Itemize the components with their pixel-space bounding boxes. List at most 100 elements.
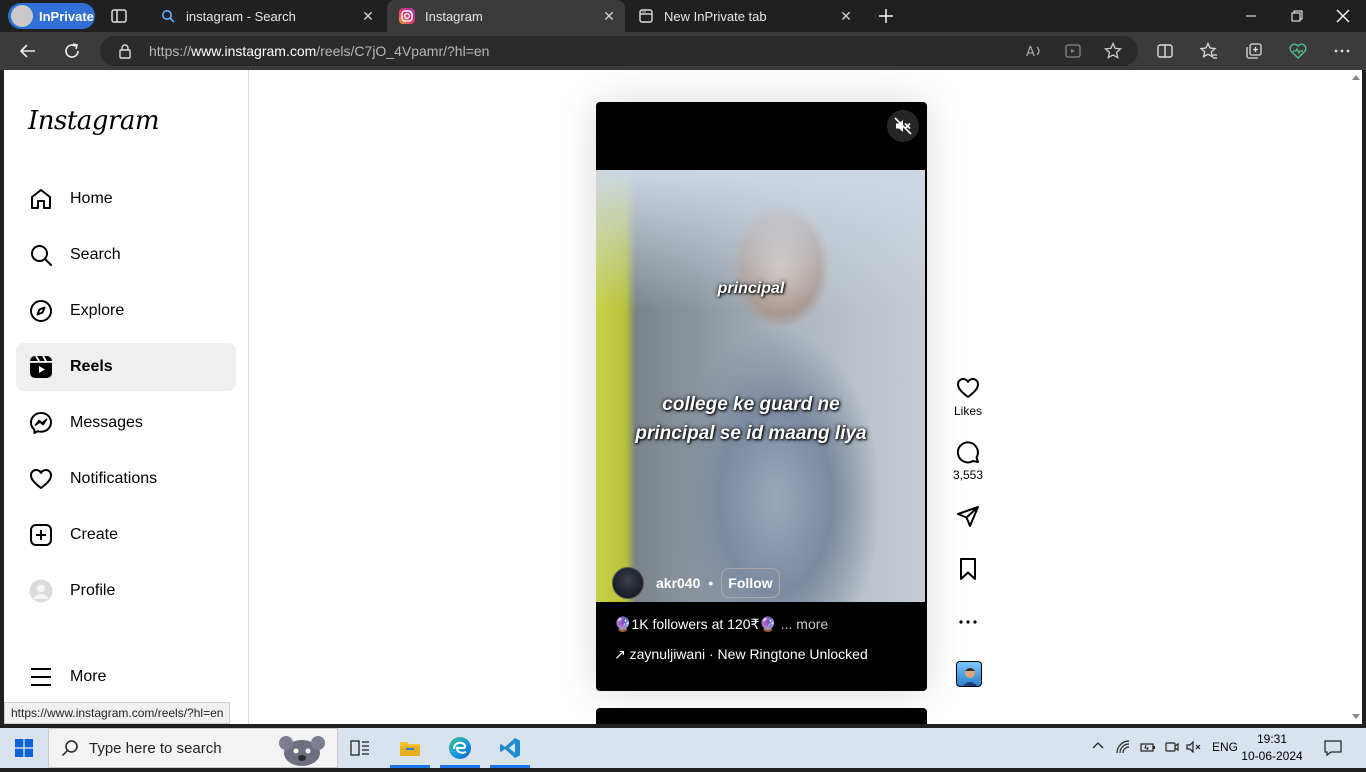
nav-home[interactable]: Home — [16, 175, 236, 223]
more-link[interactable]: ... more — [781, 616, 828, 632]
url-domain: www.instagram.com — [191, 43, 317, 59]
nav-label: Explore — [70, 302, 125, 319]
read-aloud-icon[interactable]: A — [1024, 41, 1044, 61]
nav-label: Notifications — [70, 470, 158, 487]
nav-notifications[interactable]: Notifications — [16, 455, 236, 503]
close-tab-icon[interactable]: ✕ — [360, 8, 376, 24]
back-button[interactable] — [12, 36, 44, 66]
battery-icon[interactable] — [1140, 740, 1156, 757]
search-placeholder: Type here to search — [89, 739, 222, 757]
task-view-button[interactable] — [336, 728, 384, 768]
compass-icon — [28, 298, 54, 324]
reel-audio-link[interactable]: ↗ zaynuljiwani · New Ringtone Unlocked — [614, 646, 868, 663]
comments-count: 3,553 — [952, 468, 984, 482]
more-horizontal-icon — [959, 620, 977, 624]
url-prefix: https:// — [149, 43, 192, 59]
follow-button[interactable]: Follow — [721, 568, 780, 598]
search-highlight-icon — [271, 731, 333, 767]
like-action[interactable]: Likes — [950, 376, 986, 418]
nav-label: Home — [70, 190, 113, 207]
reel-description[interactable]: 🔮1K followers at 120₹🔮 ... more — [614, 616, 828, 633]
file-explorer-button[interactable] — [386, 728, 434, 768]
minimize-button[interactable] — [1228, 0, 1274, 32]
instagram-logo[interactable]: Instagram — [28, 106, 160, 136]
search-icon — [28, 242, 54, 268]
inprivate-label: InPrivate — [39, 8, 94, 24]
mute-button[interactable] — [887, 110, 919, 142]
more-options-action[interactable] — [950, 610, 986, 634]
browser-essentials-icon[interactable] — [1288, 41, 1308, 61]
split-screen-icon[interactable] — [1155, 41, 1175, 61]
lock-icon[interactable] — [118, 43, 132, 64]
refresh-button[interactable] — [56, 36, 88, 66]
instagram-sidebar: Instagram Home Search Explore Reels Mess… — [4, 70, 249, 724]
new-tab-button[interactable] — [876, 6, 896, 26]
nav-reels[interactable]: Reels — [16, 343, 236, 391]
browser-toolbar: https://www.instagram.com/reels/C7jO_4Vp… — [0, 32, 1366, 70]
inprivate-badge[interactable]: InPrivate — [8, 3, 95, 29]
show-hidden-icons[interactable] — [1092, 740, 1104, 755]
url-path: /reels/C7jO_4Vpamr/?hl=en — [316, 43, 490, 59]
page-viewport: Instagram Home Search Explore Reels Mess… — [4, 70, 1360, 724]
nav-label: More — [70, 668, 107, 685]
taskbar-search[interactable]: Type here to search — [48, 728, 338, 768]
author-username[interactable]: akr040 — [656, 575, 700, 591]
tab-instagram[interactable]: Instagram ✕ — [387, 0, 625, 32]
edge-button[interactable] — [436, 728, 484, 768]
profile-avatar — [28, 578, 54, 604]
nav-label: Search — [70, 246, 121, 263]
reel-video[interactable]: principal college ke guard ne principal … — [596, 170, 925, 602]
author-avatar[interactable] — [612, 567, 644, 599]
reel-video-card[interactable]: principal college ke guard ne principal … — [596, 102, 927, 691]
tab-new-inprivate[interactable]: New InPrivate tab ✕ — [626, 0, 862, 32]
windows-taskbar: Type here to search ENG 19:31 10-06-2024 — [0, 728, 1366, 768]
favorite-star-icon[interactable] — [1103, 41, 1123, 61]
share-action[interactable] — [950, 504, 986, 528]
nav-more[interactable]: More — [16, 653, 236, 701]
browser-tab-bar: InPrivate instagram - Search ✕ Instagram… — [0, 0, 1366, 32]
vscode-button[interactable] — [486, 728, 534, 768]
tab-actions-icon[interactable] — [110, 7, 128, 25]
app-available-icon[interactable] — [1063, 41, 1083, 61]
close-tab-icon[interactable]: ✕ — [601, 8, 617, 24]
nav-create[interactable]: Create — [16, 511, 236, 559]
collections-icon[interactable] — [1244, 41, 1264, 61]
heart-icon — [28, 466, 54, 492]
profile-avatar-icon — [11, 5, 33, 27]
meet-now-icon[interactable] — [1164, 740, 1180, 757]
close-window-button[interactable] — [1320, 0, 1366, 32]
audio-avatar[interactable] — [956, 661, 982, 687]
favorites-icon[interactable] — [1199, 41, 1219, 61]
search-icon — [160, 8, 176, 24]
nav-explore[interactable]: Explore — [16, 287, 236, 335]
settings-more-icon[interactable] — [1332, 41, 1352, 61]
reels-icon — [28, 354, 54, 380]
comment-action[interactable]: 3,553 — [950, 440, 986, 482]
restore-button[interactable] — [1274, 0, 1320, 32]
nav-messages[interactable]: Messages — [16, 399, 236, 447]
save-action[interactable] — [950, 557, 986, 581]
notifications-icon[interactable] — [1324, 739, 1342, 760]
nav-search[interactable]: Search — [16, 231, 236, 279]
video-caption-line1: college ke guard ne — [662, 394, 840, 415]
start-button[interactable] — [0, 728, 48, 768]
next-reel-card[interactable] — [596, 708, 927, 724]
vscode-icon — [500, 738, 520, 758]
close-tab-icon[interactable]: ✕ — [838, 8, 854, 24]
hamburger-icon — [28, 664, 54, 690]
page-scrollbar[interactable] — [1350, 70, 1362, 724]
nav-profile[interactable]: Profile — [16, 567, 236, 615]
windows-icon — [15, 739, 33, 757]
network-icon[interactable] — [1116, 740, 1132, 757]
edge-icon — [449, 737, 471, 759]
address-bar[interactable]: https://www.instagram.com/reels/C7jO_4Vp… — [100, 36, 1138, 66]
comment-icon — [956, 441, 979, 464]
taskbar-clock[interactable]: 19:31 10-06-2024 — [1232, 731, 1312, 765]
volume-muted-icon[interactable] — [1186, 740, 1202, 757]
nav-label: Reels — [70, 358, 113, 375]
video-caption-line2: principal se id maang liya — [635, 423, 867, 444]
home-icon — [28, 186, 54, 212]
likes-label: Likes — [953, 404, 982, 418]
tab-instagram-search[interactable]: instagram - Search ✕ — [148, 0, 384, 32]
heart-icon — [957, 378, 979, 398]
